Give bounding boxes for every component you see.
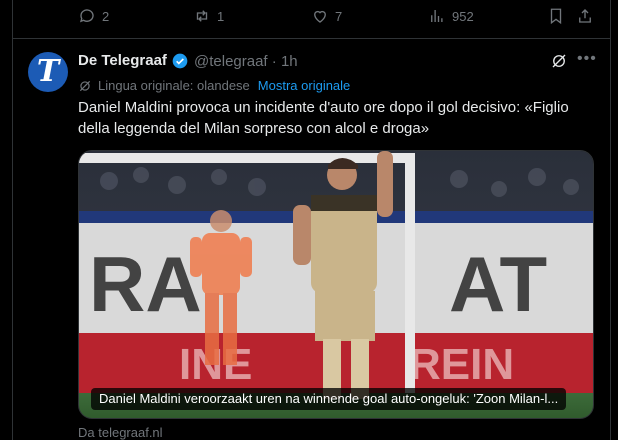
view-count: 952: [452, 8, 474, 24]
like-icon: [314, 10, 326, 23]
share-icon: [579, 9, 591, 23]
translation-row: Lingua originale: olandese Mostra origin…: [78, 78, 350, 93]
meta-separator: ·: [271, 53, 277, 70]
football-photo: RA AT INE REIN: [79, 151, 593, 418]
link-card-image[interactable]: RA AT INE REIN: [78, 150, 594, 419]
author-avatar[interactable]: T: [28, 52, 68, 92]
link-source-domain[interactable]: Da telegraaf.nl: [78, 425, 163, 440]
views-button[interactable]: 952: [428, 7, 474, 25]
author-handle-time: @telegraaf · 1h: [194, 53, 298, 70]
svg-text:REIN: REIN: [409, 340, 514, 389]
previous-post-action-bar: 2 1 7 952: [0, 0, 618, 36]
like-button[interactable]: 7: [311, 7, 342, 25]
post-text: Daniel Maldini provoca un incidente d'au…: [78, 97, 598, 139]
like-count: 7: [335, 8, 343, 24]
post-text-line-2: della leggenda del Milan sorpreso con al…: [78, 120, 430, 137]
original-language-label: Lingua originale: olandese: [98, 78, 250, 93]
views-icon: [431, 10, 443, 22]
verified-icon: [172, 53, 188, 69]
share-button[interactable]: [576, 7, 594, 25]
repost-count: 1: [217, 8, 225, 24]
more-icon[interactable]: •••: [577, 50, 597, 68]
author-name[interactable]: De Telegraaf: [78, 52, 167, 69]
link-card-title: Daniel Maldini veroorzaakt uren na winne…: [91, 388, 567, 410]
repost-icon: [196, 10, 208, 22]
translate-icon: [79, 80, 91, 91]
post-text-line-1: Daniel Maldini provoca un incidente d'au…: [78, 99, 569, 116]
show-original-link[interactable]: Mostra originale: [258, 78, 351, 93]
svg-text:AT: AT: [449, 240, 547, 328]
reply-count: 2: [102, 8, 110, 24]
post-divider: [12, 38, 611, 39]
bookmark-icon: [550, 8, 562, 25]
author-handle[interactable]: @telegraaf: [194, 53, 268, 70]
bookmark-button[interactable]: [547, 7, 565, 25]
repost-button[interactable]: 1: [193, 7, 224, 25]
reply-icon: [79, 9, 94, 23]
grok-icon[interactable]: [550, 52, 568, 70]
column-border-right: [610, 0, 611, 440]
post-time[interactable]: 1h: [281, 53, 298, 70]
reply-button[interactable]: 2: [78, 7, 109, 25]
svg-text:RA: RA: [89, 240, 202, 328]
column-border-left: [12, 0, 13, 440]
avatar-letter: T: [36, 53, 60, 89]
